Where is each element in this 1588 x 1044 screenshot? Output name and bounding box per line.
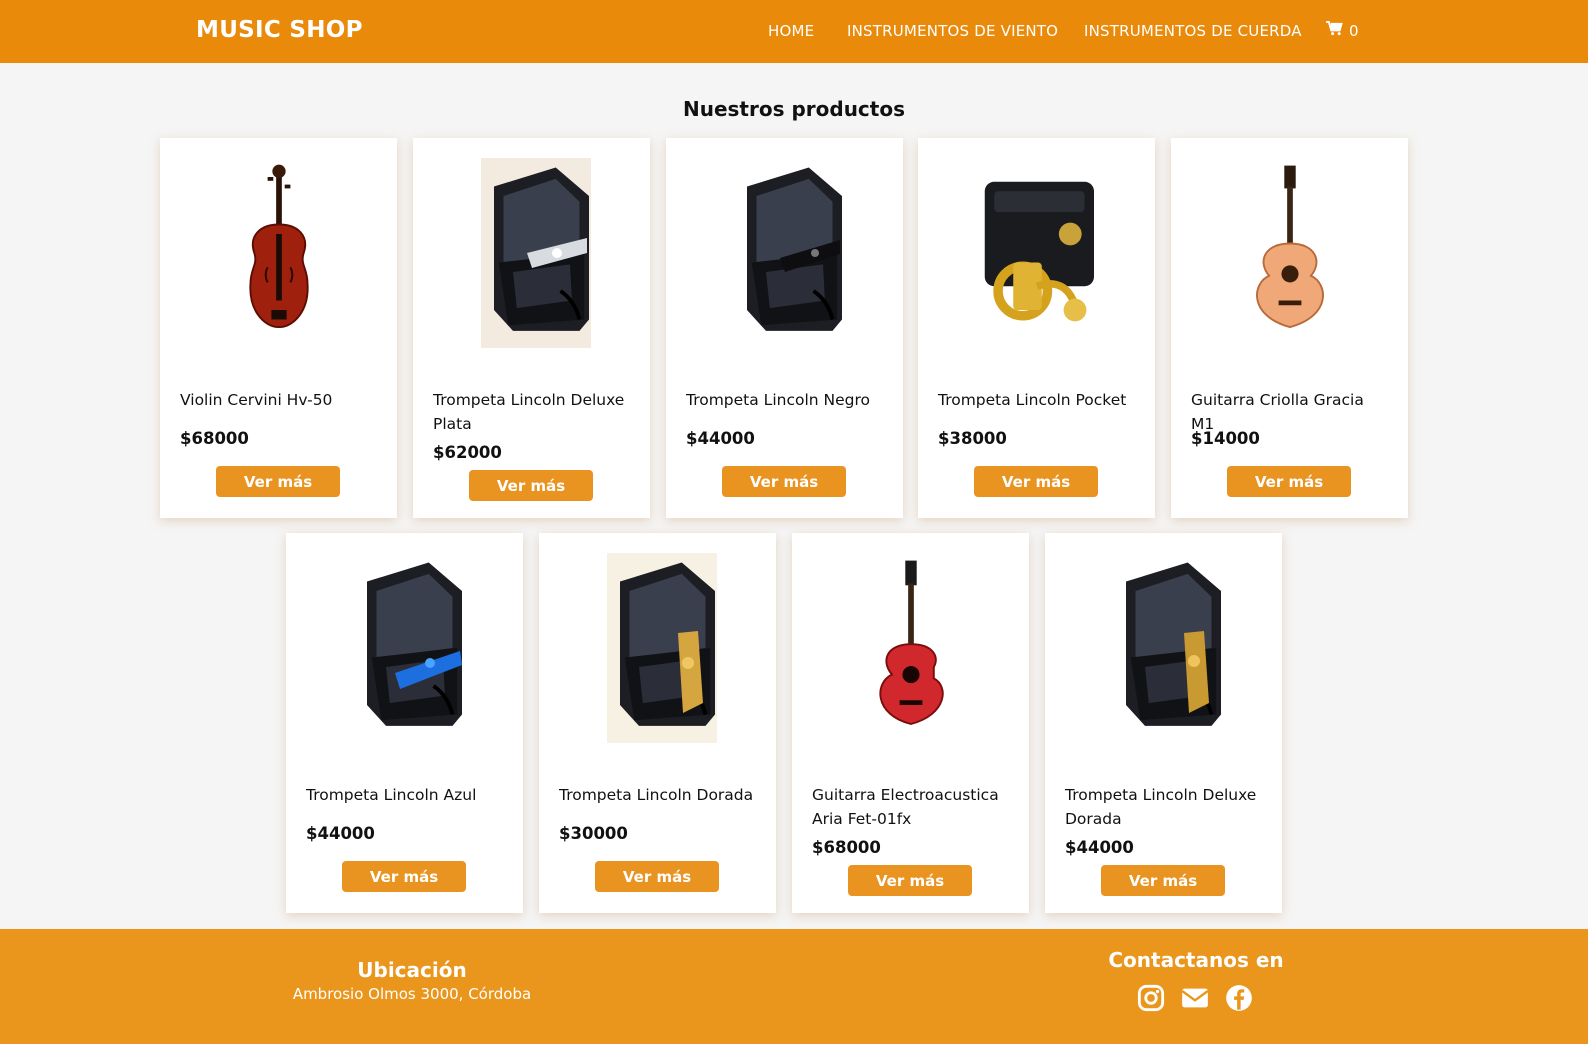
product-image-trumpet[interactable] xyxy=(686,158,883,348)
product-price: $30000 xyxy=(559,824,628,843)
cart-count: 0 xyxy=(1349,21,1359,40)
contact-title: Contactanos en xyxy=(1108,948,1284,972)
product-card: Trompeta Lincoln Deluxe Dorada $44000 Ve… xyxy=(1045,533,1282,913)
product-image-trumpet[interactable] xyxy=(1065,553,1262,743)
ver-mas-button[interactable]: Ver más xyxy=(1101,865,1225,896)
product-card: Guitarra Criolla Gracia M1 $14000 Ver má… xyxy=(1171,138,1408,518)
product-image-pocket-trumpet[interactable] xyxy=(938,158,1135,348)
product-image-trumpet[interactable] xyxy=(306,553,503,743)
product-name: Violin Cervini Hv-50 xyxy=(180,391,333,409)
product-card: Trompeta Lincoln Negro $44000 Ver más xyxy=(666,138,903,518)
product-name: Trompeta Lincoln Dorada xyxy=(559,786,754,804)
cart-icon xyxy=(1326,21,1343,40)
product-name: Trompeta Lincoln Azul xyxy=(306,786,477,804)
product-card: Trompeta Lincoln Dorada $30000 Ver más xyxy=(539,533,776,913)
nav-string-instruments[interactable]: INSTRUMENTOS DE CUERDA xyxy=(1084,22,1302,40)
product-image-classical-guitar[interactable] xyxy=(1191,158,1388,348)
product-card: Violin Cervini Hv-50 $68000 Ver más xyxy=(160,138,397,518)
ver-mas-button[interactable]: Ver más xyxy=(722,466,846,497)
product-image-trumpet[interactable] xyxy=(559,553,756,743)
product-image-violin[interactable] xyxy=(180,158,377,348)
product-price: $14000 xyxy=(1191,429,1260,448)
envelope-icon[interactable] xyxy=(1180,983,1210,1013)
location-address: Ambrosio Olmos 3000, Córdoba xyxy=(292,985,532,1003)
product-name: Trompeta Lincoln Negro xyxy=(686,391,870,409)
facebook-icon[interactable] xyxy=(1224,983,1254,1013)
navbar: MUSIC SHOP HOME INSTRUMENTOS DE VIENTO I… xyxy=(0,0,1588,63)
product-price: $44000 xyxy=(306,824,375,843)
product-price: $44000 xyxy=(1065,838,1134,857)
section-title: Nuestros productos xyxy=(682,97,905,121)
product-name: Trompeta Lincoln Deluxe Dorada xyxy=(1065,786,1257,828)
ver-mas-button[interactable]: Ver más xyxy=(595,861,719,892)
ver-mas-button[interactable]: Ver más xyxy=(342,861,466,892)
ver-mas-button[interactable]: Ver más xyxy=(216,466,340,497)
product-name: Trompeta Lincoln Deluxe Plata xyxy=(433,391,625,433)
product-price: $68000 xyxy=(812,838,881,857)
product-image-electroacoustic-guitar[interactable] xyxy=(812,553,1009,743)
location-title: Ubicación xyxy=(357,958,467,982)
product-image-trumpet[interactable] xyxy=(433,158,630,348)
product-card: Trompeta Lincoln Deluxe Plata $62000 Ver… xyxy=(413,138,650,518)
ver-mas-button[interactable]: Ver más xyxy=(974,466,1098,497)
product-price: $44000 xyxy=(686,429,755,448)
product-card: Trompeta Lincoln Pocket $38000 Ver más xyxy=(918,138,1155,518)
product-card: Guitarra Electroacustica Aria Fet-01fx $… xyxy=(792,533,1029,913)
instagram-icon[interactable] xyxy=(1136,983,1166,1013)
brand-logo[interactable]: MUSIC SHOP xyxy=(196,17,363,43)
product-price: $38000 xyxy=(938,429,1007,448)
product-card: Trompeta Lincoln Azul $44000 Ver más xyxy=(286,533,523,913)
ver-mas-button[interactable]: Ver más xyxy=(848,865,972,896)
ver-mas-button[interactable]: Ver más xyxy=(469,470,593,501)
product-name: Guitarra Electroacustica Aria Fet-01fx xyxy=(812,786,999,828)
ver-mas-button[interactable]: Ver más xyxy=(1227,466,1351,497)
footer: Ubicación Ambrosio Olmos 3000, Córdoba C… xyxy=(0,929,1588,1044)
nav-home[interactable]: HOME xyxy=(768,22,814,40)
cart-button[interactable]: 0 xyxy=(1326,21,1359,40)
product-price: $68000 xyxy=(180,429,249,448)
nav-wind-instruments[interactable]: INSTRUMENTOS DE VIENTO xyxy=(847,22,1058,40)
product-name: Trompeta Lincoln Pocket xyxy=(938,391,1127,409)
product-price: $62000 xyxy=(433,443,502,462)
